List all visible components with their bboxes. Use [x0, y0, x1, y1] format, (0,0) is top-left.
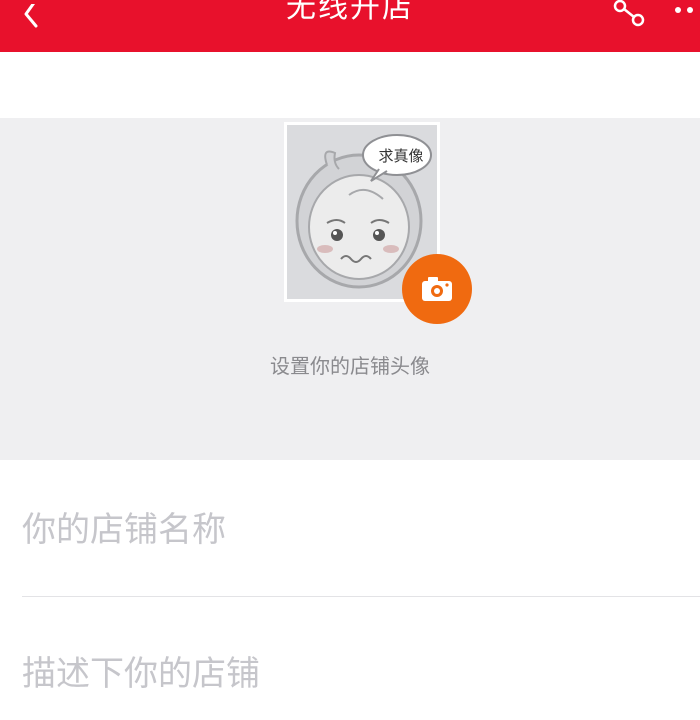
shop-name-input[interactable]: 你的店铺名称 [22, 508, 700, 552]
more-dots-icon [675, 7, 693, 13]
share-button[interactable] [606, 0, 650, 36]
top-bar: 无线开店 [0, 0, 700, 52]
avatar-section: 求真像 设置你的店铺头像 [0, 118, 700, 460]
camera-button[interactable] [402, 254, 472, 324]
spacer [0, 52, 700, 118]
speech-bubble-text: 求真像 [378, 147, 424, 165]
page-title: 无线开店 [286, 0, 414, 25]
camera-icon [422, 277, 452, 301]
share-icon [613, 0, 645, 27]
divider [22, 596, 700, 597]
more-button[interactable] [672, 0, 700, 36]
shop-description-input[interactable]: 描述下你的店铺 [22, 652, 700, 696]
avatar-hint: 设置你的店铺头像 [270, 354, 430, 378]
